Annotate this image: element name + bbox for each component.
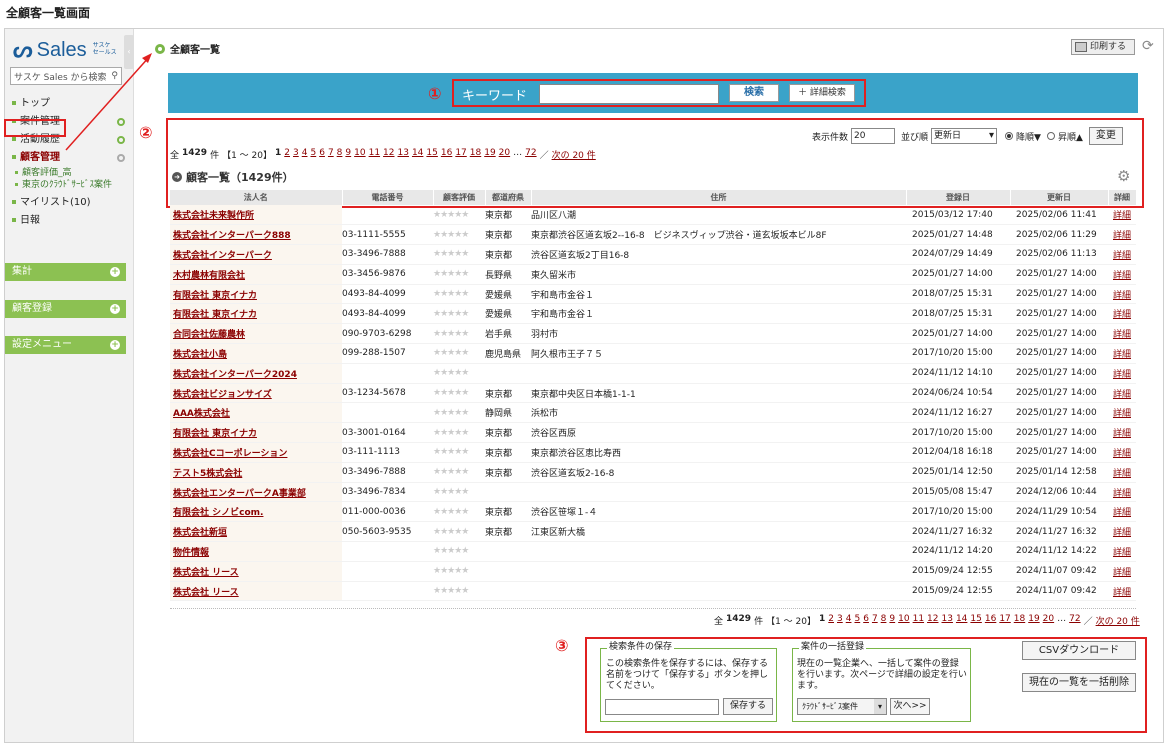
annotation-arrow — [65, 53, 152, 151]
